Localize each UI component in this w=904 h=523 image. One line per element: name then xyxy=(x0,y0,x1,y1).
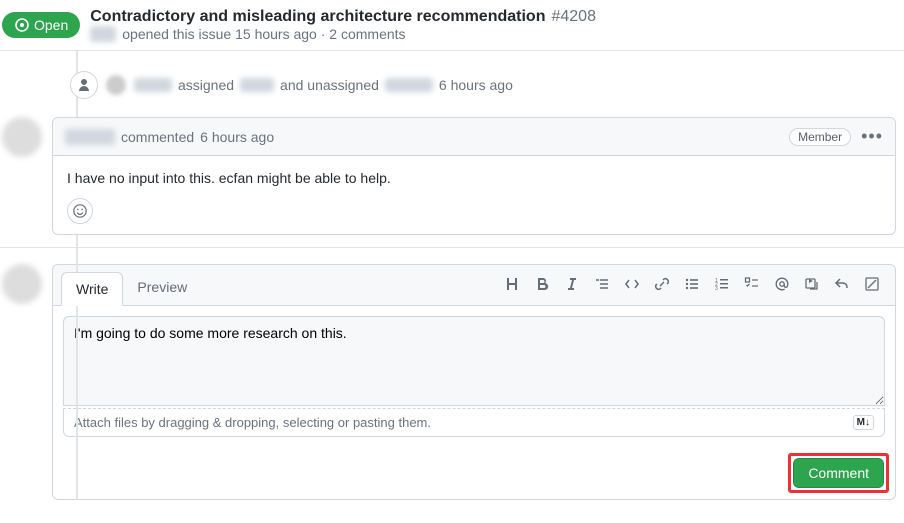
section-divider xyxy=(0,247,904,248)
unassigned-label: and unassigned xyxy=(280,77,379,93)
unassignee-name[interactable] xyxy=(385,78,433,92)
commenter-name[interactable] xyxy=(65,129,115,145)
status-label: Open xyxy=(34,17,68,33)
comment-time[interactable]: 6 hours ago xyxy=(200,129,274,145)
assigned-label: assigned xyxy=(178,77,234,93)
comment-button[interactable]: Comment xyxy=(793,458,884,488)
comment-box: commented 6 hours ago Member ••• I have … xyxy=(52,117,896,235)
code-icon[interactable] xyxy=(623,275,641,293)
kebab-icon[interactable]: ••• xyxy=(861,126,883,147)
diff-icon[interactable] xyxy=(863,275,881,293)
numbered-list-icon[interactable]: 123 xyxy=(713,275,731,293)
issue-open-icon xyxy=(14,17,30,33)
issue-number: #4208 xyxy=(551,8,596,26)
reply-icon[interactable] xyxy=(833,275,851,293)
quote-icon[interactable] xyxy=(593,275,611,293)
reaction-button[interactable] xyxy=(67,198,93,224)
tab-preview[interactable]: Preview xyxy=(123,271,201,305)
compose-box: Write Preview 123 xyxy=(52,264,896,500)
comment-text: I have no input into this. ecfan might b… xyxy=(67,170,881,186)
issue-title[interactable]: Contradictory and misleading architectur… xyxy=(90,8,545,26)
actor-name[interactable] xyxy=(134,78,172,92)
commenter-avatar[interactable] xyxy=(2,117,42,157)
bold-icon[interactable] xyxy=(533,275,551,293)
current-user-avatar[interactable] xyxy=(2,264,42,304)
assignment-event: assigned and unassigned 6 hours ago xyxy=(60,63,896,117)
comment-button-highlight: Comment xyxy=(788,453,889,493)
person-icon xyxy=(70,71,98,99)
mention-icon[interactable] xyxy=(773,275,791,293)
status-badge: Open xyxy=(2,12,80,38)
link-icon[interactable] xyxy=(653,275,671,293)
italic-icon[interactable] xyxy=(563,275,581,293)
comment-action: commented xyxy=(121,129,194,145)
comment-textarea[interactable] xyxy=(63,316,885,406)
cross-reference-icon[interactable] xyxy=(803,275,821,293)
heading-icon[interactable] xyxy=(503,275,521,293)
event-time: 6 hours ago xyxy=(439,77,513,93)
role-badge: Member xyxy=(789,128,851,146)
issue-meta: opened this issue 15 hours ago · 2 comme… xyxy=(122,26,405,42)
markdown-icon[interactable]: M↓ xyxy=(853,415,874,430)
tab-write[interactable]: Write xyxy=(61,272,123,306)
author-avatar[interactable] xyxy=(90,26,116,42)
bullet-list-icon[interactable] xyxy=(683,275,701,293)
svg-text:3: 3 xyxy=(715,286,718,292)
actor-avatar[interactable] xyxy=(106,75,126,95)
assignee-name[interactable] xyxy=(240,78,274,92)
smiley-icon xyxy=(72,203,88,219)
task-list-icon[interactable] xyxy=(743,275,761,293)
attach-hint[interactable]: Attach files by dragging & dropping, sel… xyxy=(74,415,431,430)
formatting-toolbar: 123 xyxy=(503,275,885,301)
issue-header: Open Contradictory and misleading archit… xyxy=(0,0,904,51)
